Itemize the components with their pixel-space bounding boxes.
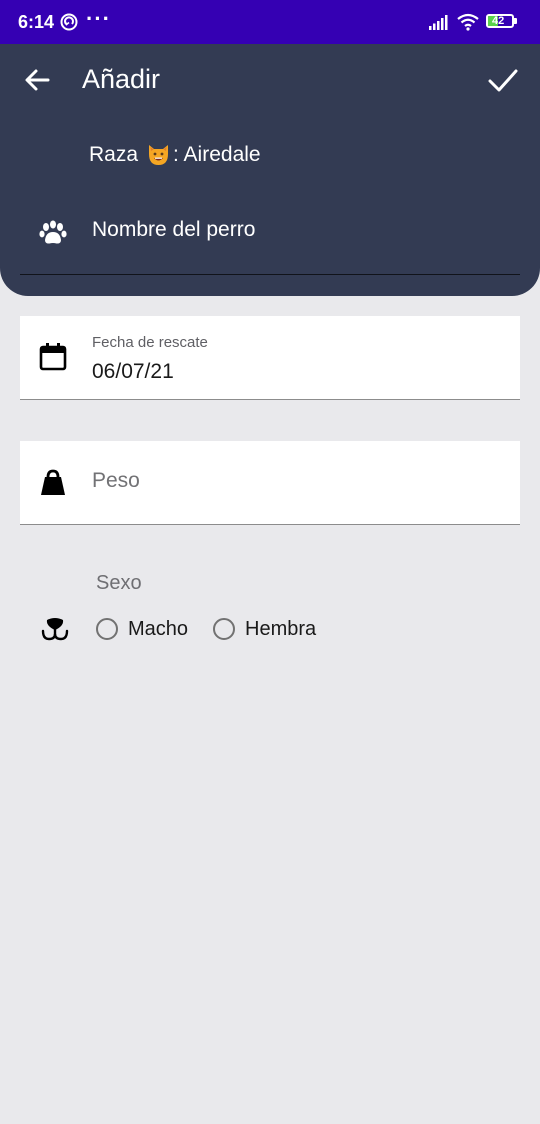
sex-label: Sexo [96, 572, 142, 594]
rescue-date-field[interactable]: Fecha de rescate 06/07/21 [20, 316, 520, 400]
weight-input[interactable] [92, 469, 492, 493]
paw-icon [39, 220, 67, 244]
radio-male-label: Macho [128, 617, 189, 640]
check-icon[interactable] [486, 64, 520, 96]
breed-row: Raza : Airedale [89, 142, 261, 167]
battery-icon: 42 [486, 14, 518, 30]
radio-female-label: Hembra [245, 617, 317, 640]
weight-field[interactable] [20, 441, 520, 525]
radio-male[interactable]: Macho [96, 614, 188, 644]
wifi-icon [457, 13, 479, 31]
sync-icon [60, 13, 78, 31]
status-bar: 6:14 ··· 42 [0, 0, 540, 44]
dog-name-input[interactable] [92, 218, 492, 242]
radio-female[interactable]: Hembra [213, 614, 316, 644]
header: Añadir Raza : Airedale [0, 44, 540, 296]
status-time: 6:14 [18, 12, 55, 32]
signal-icon [429, 15, 448, 30]
rescue-date-value[interactable]: 06/07/21 [92, 360, 174, 384]
radio-male-circle[interactable] [96, 618, 118, 640]
name-input-underline [20, 274, 520, 275]
battery-level: 42 [492, 15, 505, 27]
breed-label: Raza [89, 142, 139, 166]
dog-nose-icon [41, 618, 69, 641]
page-title: Añadir [82, 64, 161, 94]
breed-value: : Airedale [173, 142, 261, 166]
back-arrow-icon[interactable] [22, 64, 54, 96]
grinning-cat-emoji-icon [149, 145, 169, 165]
calendar-icon [39, 343, 67, 371]
weight-icon [41, 469, 65, 495]
rescue-date-label: Fecha de rescate [92, 334, 208, 351]
radio-female-circle[interactable] [213, 618, 235, 640]
more-notifications-icon: ··· [86, 6, 111, 31]
